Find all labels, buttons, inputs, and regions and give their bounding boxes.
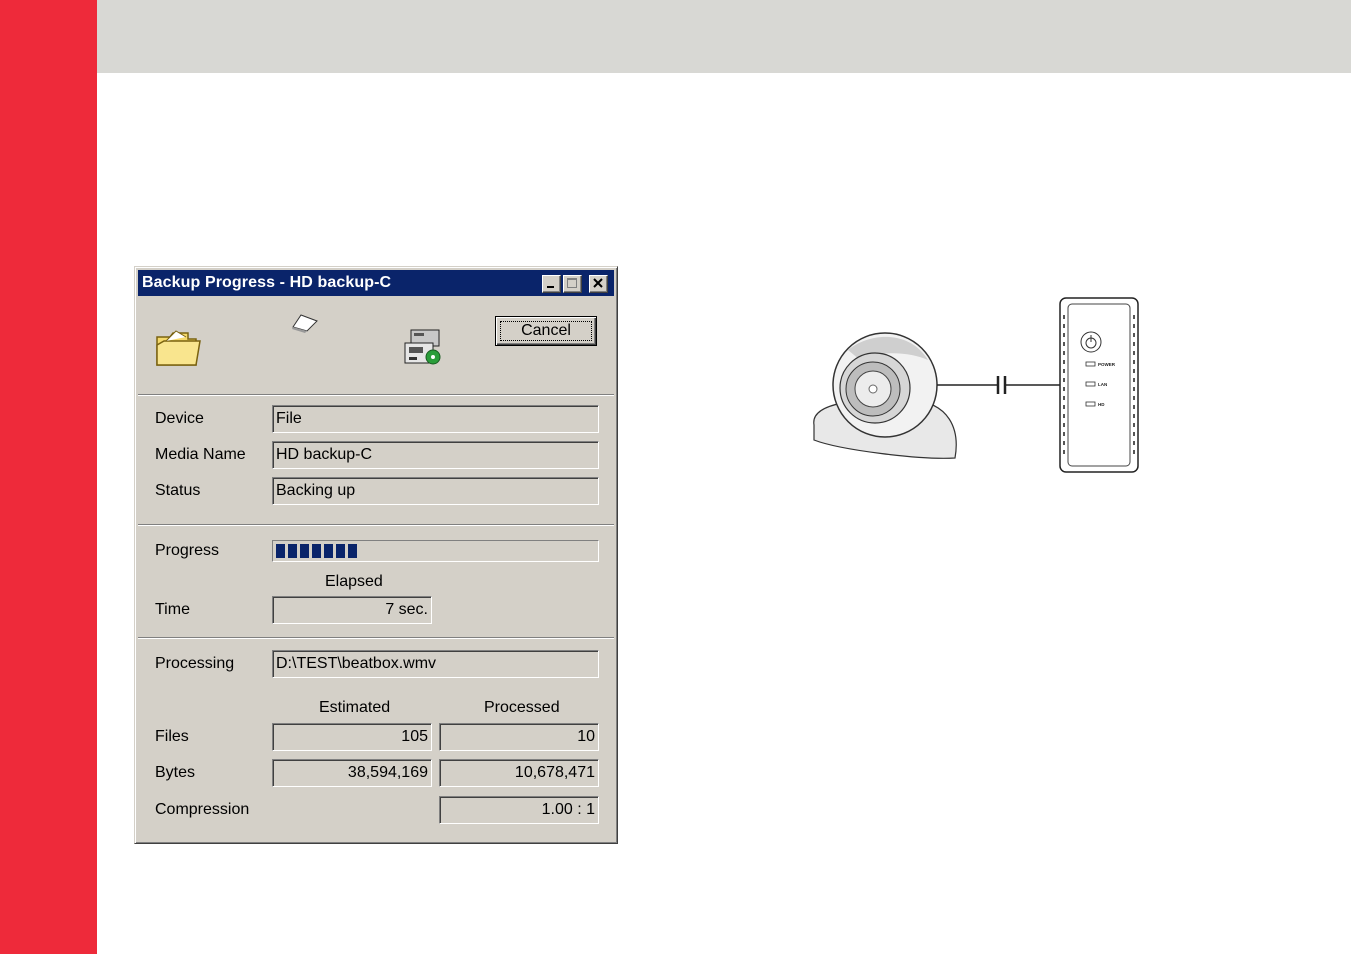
webcam-connection-diagram: POWER LAN HD [813, 297, 1139, 473]
top-header-band [97, 0, 1351, 73]
processing-field: D:\TEST\beatbox.wmv [272, 650, 599, 678]
device-label: Device [155, 410, 204, 427]
webcam-icon [813, 332, 957, 459]
lan-led-label: LAN [1098, 382, 1107, 387]
progress-label: Progress [155, 542, 220, 559]
bytes-label: Bytes [155, 764, 196, 781]
backup-drive-icon [404, 329, 441, 365]
power-led-label: POWER [1098, 362, 1116, 367]
estimated-header: Estimated [319, 699, 391, 716]
progress-bar [272, 540, 599, 562]
progress-block [312, 544, 321, 558]
divider [138, 524, 614, 526]
paper-icon [292, 314, 318, 333]
network-storage-device: POWER LAN HD [1059, 297, 1139, 473]
window-title: Backup Progress - HD backup-C [142, 274, 392, 291]
bytes-estimated-field: 38,594,169 [272, 759, 432, 787]
side-accent-bar [0, 0, 97, 954]
cancel-button[interactable]: Cancel [495, 316, 597, 346]
backup-progress-window: Backup Progress - HD backup-C Cancel Dev… [134, 266, 618, 844]
progress-block [300, 544, 309, 558]
folder-icon [156, 330, 201, 366]
status-field: Backing up [272, 477, 599, 505]
device-field: File [272, 405, 599, 433]
maximize-button[interactable] [563, 275, 582, 293]
minimize-icon [547, 286, 554, 288]
compression-label: Compression [155, 801, 250, 818]
progress-block [288, 544, 297, 558]
files-estimated-field: 105 [272, 723, 432, 751]
power-icon [1080, 331, 1102, 353]
time-label: Time [155, 601, 190, 618]
progress-block [324, 544, 333, 558]
cancel-label: Cancel [521, 322, 571, 339]
status-label: Status [155, 482, 201, 499]
elapsed-header: Elapsed [325, 573, 383, 590]
files-processed-field: 10 [439, 723, 599, 751]
processed-header: Processed [484, 699, 560, 716]
media-name-field: HD backup-C [272, 441, 599, 469]
title-bar[interactable]: Backup Progress - HD backup-C [138, 270, 614, 296]
close-icon [593, 278, 603, 288]
compression-field: 1.00 : 1 [439, 796, 599, 824]
progress-block [348, 544, 357, 558]
bytes-processed-field: 10,678,471 [439, 759, 599, 787]
progress-block [336, 544, 345, 558]
files-label: Files [155, 728, 189, 745]
ethernet-cable [937, 376, 1060, 394]
divider [138, 637, 614, 639]
close-button[interactable] [589, 275, 608, 293]
processing-label: Processing [155, 655, 235, 672]
divider [138, 394, 614, 396]
minimize-button[interactable] [542, 275, 561, 293]
hd-led-label: HD [1098, 402, 1105, 407]
time-field: 7 sec. [272, 596, 432, 624]
progress-block [276, 544, 285, 558]
media-name-label: Media Name [155, 446, 246, 463]
maximize-icon [567, 278, 577, 288]
